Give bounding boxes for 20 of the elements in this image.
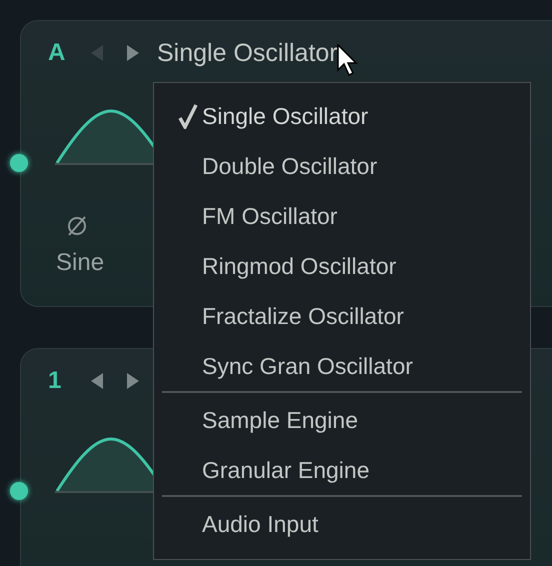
oscillator-label: 1 [48,367,62,395]
menu-item[interactable]: Audio Input [154,499,530,549]
menu-item[interactable]: Ringmod Oscillator [154,241,530,291]
menu-item[interactable]: Fractalize Oscillator [154,291,530,341]
menu-item[interactable]: Single Oscillator [154,91,530,141]
menu-item[interactable]: Sample Engine [154,395,530,445]
menu-item[interactable]: FM Oscillator [154,191,530,241]
connection-dot-icon[interactable] [10,482,28,500]
phase-icon[interactable] [66,215,88,237]
next-icon[interactable] [126,372,140,390]
menu-item[interactable]: Sync Gran Oscillator [154,341,530,391]
menu-item[interactable]: Double Oscillator [154,141,530,191]
connection-dot-icon[interactable] [10,154,28,172]
menu-item[interactable]: Granular Engine [154,445,530,495]
next-icon[interactable] [126,44,140,62]
oscillator-label: A [48,39,66,67]
engine-selector[interactable]: Single Oscillator [157,38,338,68]
cursor-icon [337,44,361,78]
previous-icon[interactable] [90,372,104,390]
waveform-label: Sine [56,249,104,277]
